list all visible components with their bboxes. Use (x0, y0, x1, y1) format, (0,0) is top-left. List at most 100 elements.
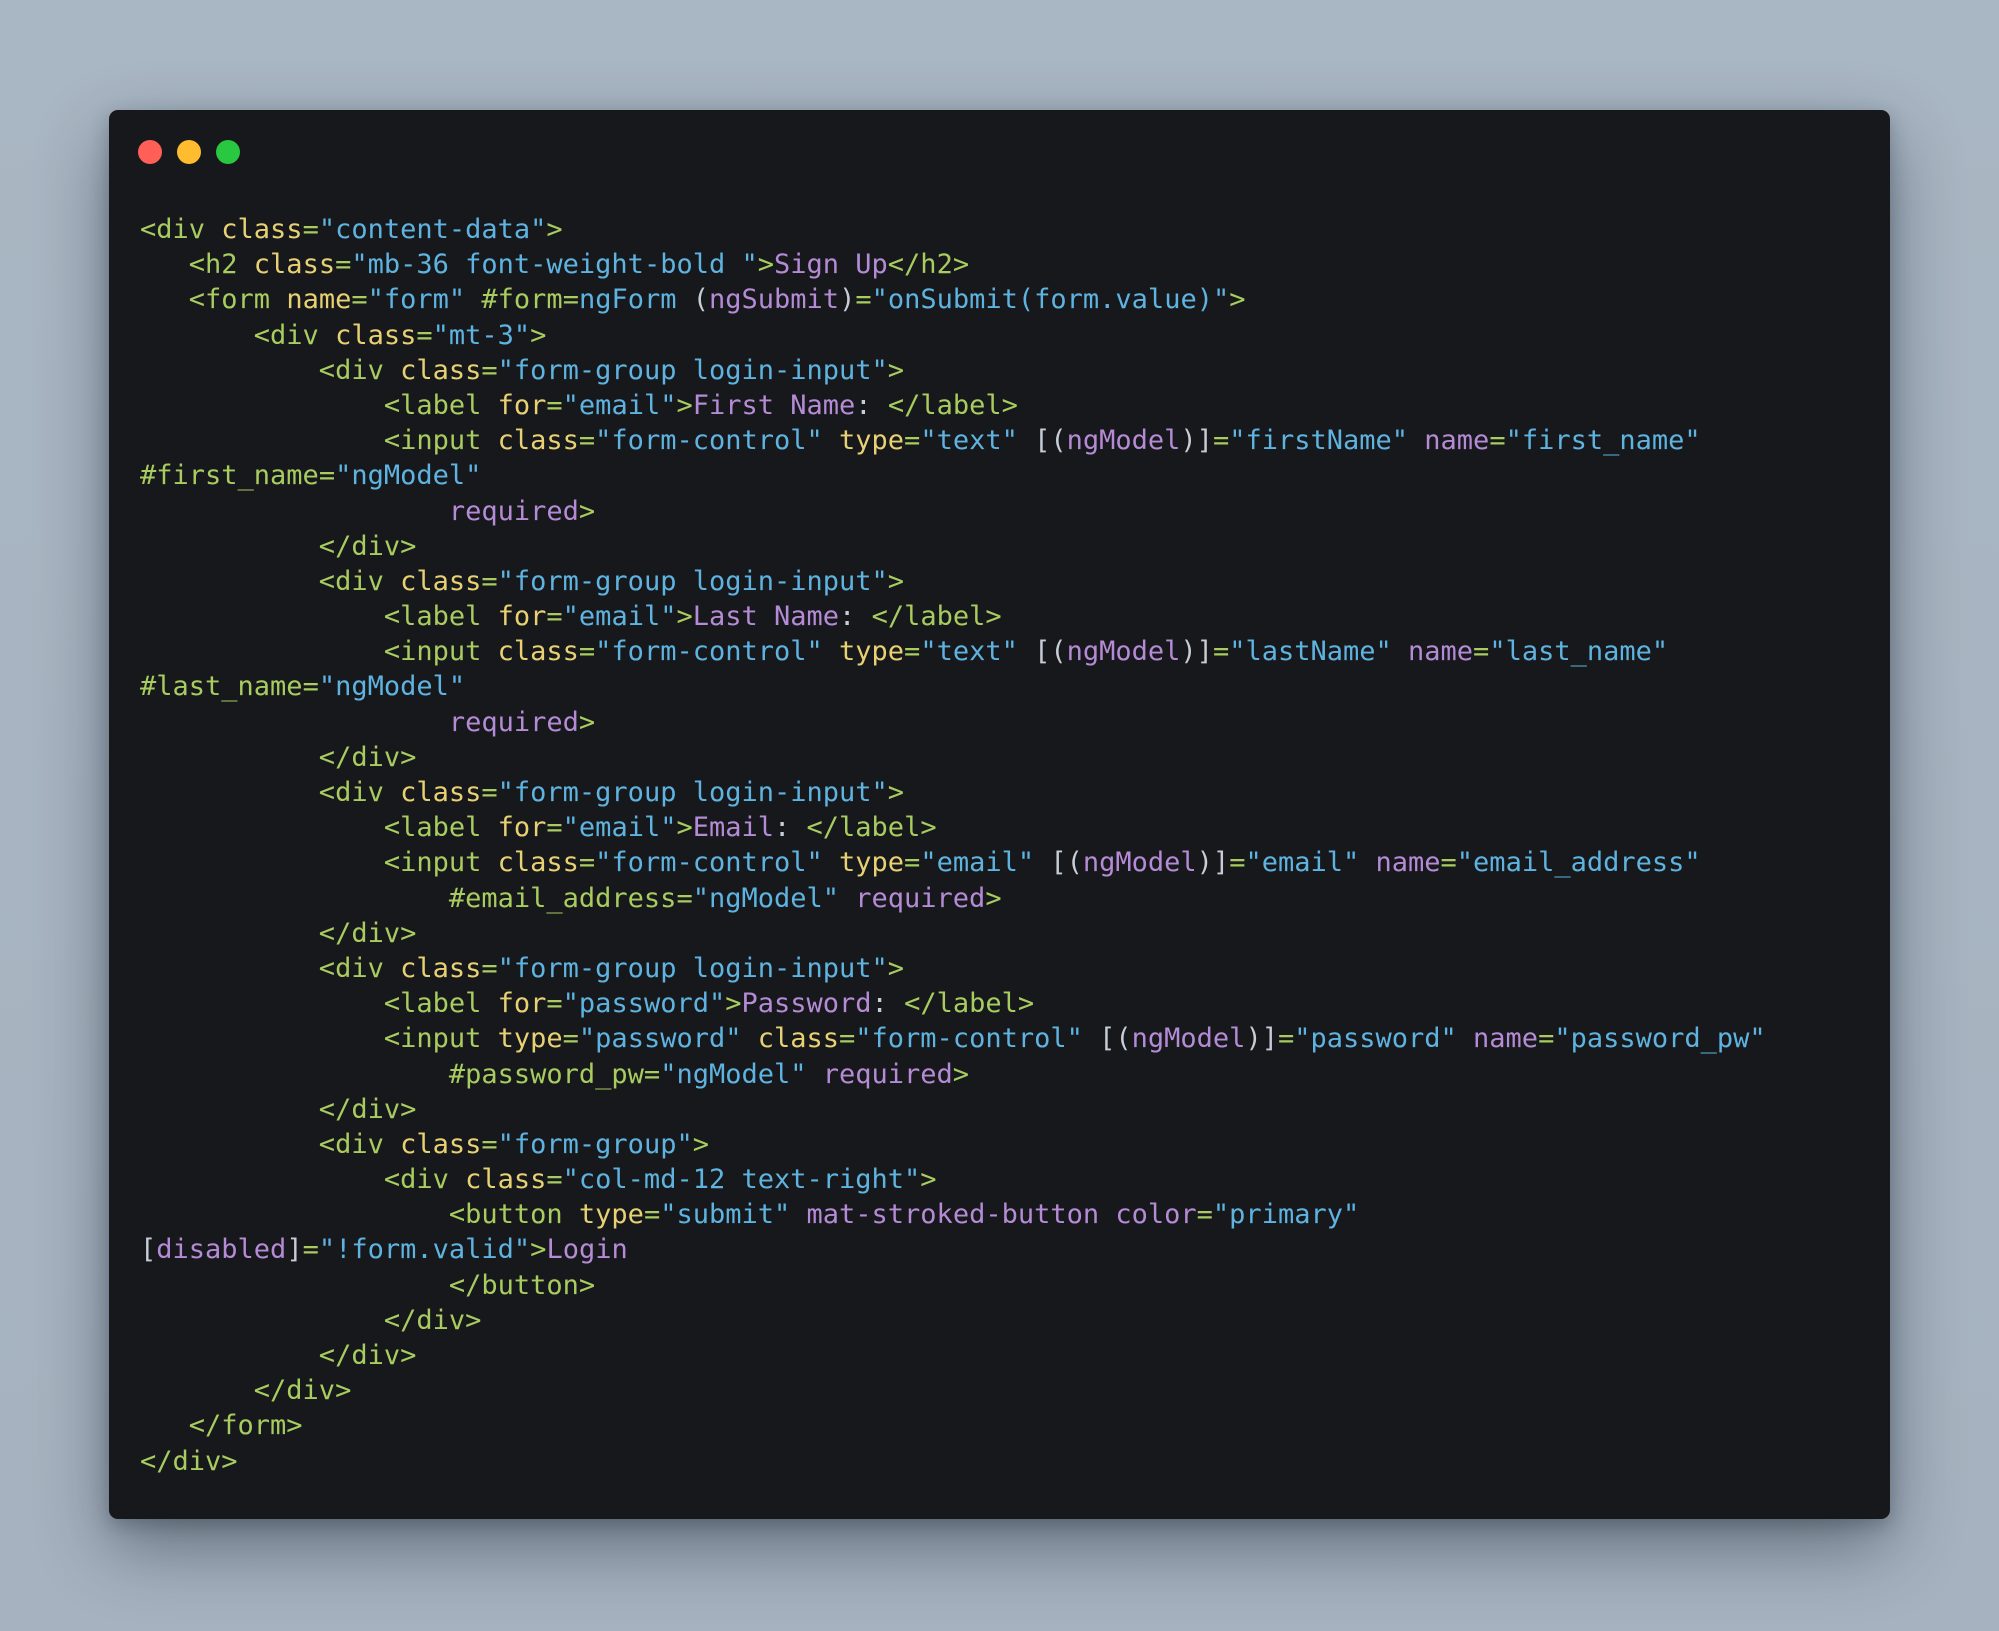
code-token: #last_name (140, 671, 303, 703)
code-token: "!form.valid" (318, 1234, 531, 1266)
code-token: "lastName" (1229, 636, 1409, 668)
code-token: > (676, 389, 693, 421)
code-token: [( (1034, 425, 1067, 457)
code-token: ( (692, 284, 710, 316)
code-token: = (1473, 636, 1490, 668)
code-token: #password_pw (140, 1058, 644, 1090)
code-token: <input (140, 425, 498, 457)
code-token: [( (1050, 847, 1083, 879)
code-line: </div> (140, 1303, 1766, 1338)
code-line: <input type="password" class="form-contr… (140, 1021, 1766, 1056)
code-token: <input (140, 636, 498, 668)
code-line: <label for="password">Password: </label> (140, 986, 1766, 1021)
code-token: class (335, 319, 417, 351)
code-token: > (887, 777, 905, 808)
code-token: name (1424, 425, 1490, 457)
code-token: = (302, 671, 319, 703)
code-line: <div class="form-group login-input"> (140, 951, 1766, 986)
code-token: = (1212, 636, 1230, 668)
code-token: class (253, 249, 336, 281)
minimize-icon[interactable] (177, 140, 201, 164)
code-token: required (855, 882, 986, 914)
code-token: <form (140, 284, 287, 316)
code-token: = (481, 952, 498, 984)
code-token: </div> (140, 741, 417, 773)
code-token: "submit" (660, 1199, 807, 1231)
code-token: </div> (140, 1340, 417, 1371)
code-token: class (497, 425, 579, 457)
code-line: required> (140, 705, 1766, 740)
code-token: "password" (1294, 1023, 1474, 1055)
code-token: : (855, 389, 888, 421)
code-token: name (1375, 847, 1441, 879)
code-token: </div> (140, 530, 417, 562)
code-token: = (1229, 847, 1246, 879)
code-token: )] (1196, 847, 1230, 879)
code-token: "form-group" (497, 1128, 693, 1160)
code-line: <div class="form-group login-input"> (140, 564, 1766, 599)
code-token: [ (140, 1234, 157, 1266)
code-token: <label (140, 601, 498, 633)
code-token: = (351, 284, 368, 316)
code-token: name (286, 284, 352, 316)
code-token: )] (1180, 425, 1213, 457)
code-token: = (546, 601, 563, 633)
code-token: <div (140, 214, 222, 245)
code-token: class (757, 1023, 840, 1055)
code-token: #form (481, 284, 563, 316)
code-token: <input (140, 847, 498, 879)
code-line: <div class="form-group login-input"> (140, 775, 1766, 810)
code-token: type (578, 1199, 644, 1231)
code-token: ) (839, 284, 856, 316)
code-token: Password (741, 988, 872, 1020)
code-token: "ngModel" (692, 882, 856, 914)
code-line: #first_name="ngModel" (140, 458, 1766, 493)
code-line: <div class="form-group"> (140, 1127, 1766, 1162)
code-line: <div class="col-md-12 text-right"> (140, 1162, 1766, 1197)
code-token: = (546, 988, 563, 1020)
code-token: <div (140, 565, 401, 597)
code-token: "password_pw" (1554, 1023, 1766, 1055)
code-token: > (692, 1128, 709, 1160)
code-token: "email" (562, 812, 677, 844)
code-token: )] (1245, 1023, 1278, 1055)
code-line: <label for="email">Last Name: </label> (140, 599, 1766, 634)
code-token: "password" (578, 1023, 758, 1055)
maximize-icon[interactable] (216, 140, 240, 164)
code-token: = (481, 777, 498, 808)
code-line: <div class="form-group login-input"> (140, 353, 1766, 388)
code-token: "last_name" (1489, 636, 1669, 668)
code-block: <div class="content-data"> <h2 class="mb… (140, 212, 1766, 1479)
code-token: <div (140, 354, 401, 386)
code-token: </label> (806, 812, 937, 844)
code-line: </div> (140, 740, 1766, 775)
code-token: required (140, 495, 579, 527)
code-token: <label (140, 812, 498, 844)
code-token: "first_name" (1505, 425, 1701, 457)
code-line: #email_address="ngModel" required> (140, 881, 1766, 916)
code-token: = (1277, 1023, 1295, 1055)
code-token: > (676, 812, 693, 844)
code-token: [( (1099, 1023, 1132, 1055)
code-token: = (546, 812, 563, 844)
code-line: #password_pw="ngModel" required> (140, 1057, 1766, 1092)
code-token: = (676, 882, 693, 914)
code-token: color (1115, 1199, 1197, 1231)
code-token: = (643, 1199, 661, 1231)
code-token: "email" (1245, 847, 1376, 879)
code-line: <h2 class="mb-36 font-weight-bold ">Sign… (140, 247, 1766, 282)
code-token: "ngModel" (335, 460, 482, 492)
code-token: mat-stroked-button (806, 1199, 1116, 1231)
code-token: type (839, 425, 905, 457)
code-token: = (335, 249, 352, 281)
code-line: <form name="form" #form=ngForm (ngSubmit… (140, 282, 1766, 317)
code-token: > (1229, 284, 1246, 316)
code-token: "col-md-12 text-right" (562, 1164, 921, 1196)
close-icon[interactable] (138, 140, 162, 164)
code-token: ngSubmit (709, 284, 840, 316)
code-token: = (578, 425, 596, 457)
code-token: ngModel (1131, 1023, 1246, 1055)
code-token: for (497, 812, 547, 844)
code-token: ngModel (1066, 425, 1181, 457)
code-token: "email" (562, 389, 677, 421)
